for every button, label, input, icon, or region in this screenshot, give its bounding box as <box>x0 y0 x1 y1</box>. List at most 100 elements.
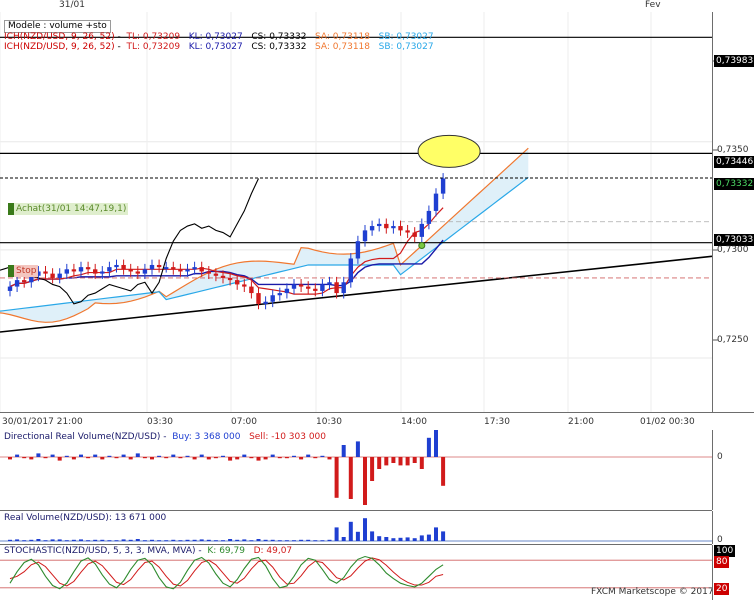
directional-volume-bar <box>306 454 311 457</box>
real-volume-bar <box>299 539 304 541</box>
directional-volume-bar <box>391 457 396 463</box>
candle-body <box>412 232 417 237</box>
candle-body <box>440 178 446 194</box>
directional-volume-bar <box>36 453 41 457</box>
real-volume-bar <box>256 539 261 541</box>
real-volume-bar <box>114 540 119 542</box>
directional-volume-bar <box>86 457 91 459</box>
real-volume-bar <box>29 539 34 541</box>
directional-volume-bar <box>320 455 325 457</box>
real-volume-bar <box>270 539 275 541</box>
date-label-1: 31/01 <box>59 0 85 10</box>
real-volume-panel[interactable]: Real Volume(NZD/USD): 13 671 000 <box>0 511 712 545</box>
real-volume-bar <box>71 539 76 541</box>
entry-marker <box>418 242 426 250</box>
candle-body <box>227 277 233 281</box>
candle-body <box>185 269 190 272</box>
real-volume-bar <box>426 534 431 541</box>
time-label: 07:00 <box>231 417 257 427</box>
sto-k: K: 69,79 <box>207 546 245 556</box>
candle-body <box>355 241 361 259</box>
directional-volume-bar <box>299 457 304 460</box>
real-volume-bar <box>284 540 289 542</box>
real-volume-bar <box>363 518 367 541</box>
vol-title: Real Volume(NZD/USD): 13 671 000 <box>4 513 167 523</box>
real-volume-bar <box>306 539 311 541</box>
stop-order-label: Stop <box>16 266 37 276</box>
directional-volume-bar <box>242 454 247 457</box>
time-label: 01/02 00:30 <box>640 417 695 427</box>
directional-volume-bar <box>114 457 119 459</box>
candle-body <box>192 267 197 270</box>
ichimoku-cloud <box>0 148 529 323</box>
buy-order-label: Achat(31/01 14:47,19,1) <box>16 204 127 214</box>
ichimoku-tl: TL: 0,73209 <box>126 32 181 42</box>
directional-volume-bar <box>363 457 367 505</box>
candle-body <box>199 267 204 272</box>
candle-body <box>327 282 332 285</box>
real-volume-bar <box>100 539 105 541</box>
directional-volume-bar <box>157 455 162 457</box>
candle-body <box>284 288 290 294</box>
real-volume-bar <box>86 540 91 542</box>
directional-volume-bar <box>185 455 190 457</box>
candle-body <box>213 273 219 276</box>
real-volume-bar <box>355 531 360 541</box>
candle-body <box>121 264 126 270</box>
real-volume-bar <box>213 540 218 542</box>
directional-volume-bar <box>192 457 197 460</box>
real-volume-bar <box>249 540 254 542</box>
directional-volume-panel[interactable]: Directional Real Volume(NZD/USD) - Buy: … <box>0 430 712 511</box>
candle-body <box>78 267 84 272</box>
real-volume-bar <box>164 540 169 542</box>
ichimoku-sb-2: SB: 0,73027 <box>378 42 434 52</box>
directional-volume-bar <box>377 457 382 469</box>
real-volume-bar <box>93 539 98 541</box>
candle-body <box>156 264 162 268</box>
real-volume-bar <box>334 527 339 541</box>
ichimoku-tl-2: TL: 0,73209 <box>126 42 181 52</box>
candle-body <box>433 193 439 211</box>
real-volume-bar <box>348 521 353 541</box>
candle-body <box>384 223 389 229</box>
price-tick-7300: 0,7300 <box>717 245 749 255</box>
candle-body <box>114 264 119 268</box>
ichimoku-legend-2[interactable]: ICH(NZD/USD, 9, 26, 52) - TL: 0,73209 KL… <box>4 42 434 53</box>
candle-body <box>14 280 20 287</box>
stop-order-tag[interactable]: Stop <box>8 265 39 277</box>
buy-order-tag[interactable]: Achat(31/01 14:47,19,1) <box>8 203 129 215</box>
real-volume-bar <box>377 536 382 541</box>
directional-volume-bar <box>79 454 83 457</box>
ichimoku-name: ICH(NZD/USD, 9, 26, 52) <box>4 32 115 42</box>
directional-volume-bar <box>277 457 282 459</box>
directional-volume-bar <box>284 457 289 459</box>
directional-volume-bar <box>341 445 346 457</box>
real-volume-bar <box>192 539 197 541</box>
stochastic-panel[interactable]: STOCHASTIC(NZD/USD, 5, 3, 3, MVA, MVA) -… <box>0 545 712 600</box>
price-tick-7350: 0,7350 <box>717 145 749 155</box>
candle-body <box>419 223 424 237</box>
candle-body <box>313 288 318 291</box>
directional-volume-bar <box>171 454 176 457</box>
candle-body <box>85 267 91 270</box>
dir-buy: Buy: 3 368 000 <box>172 432 241 442</box>
directional-volume-legend: Directional Real Volume(NZD/USD) - Buy: … <box>4 432 326 443</box>
candle-body <box>171 267 176 270</box>
directional-volume-bar <box>355 441 360 457</box>
candle-body <box>391 226 396 229</box>
directional-volume-bar <box>93 454 98 457</box>
real-volume-bar <box>178 540 183 542</box>
ichimoku-kl-2: KL: 0,73027 <box>188 42 243 52</box>
candle-body <box>107 267 112 272</box>
real-volume-bar <box>235 539 240 541</box>
directional-volume-bar <box>235 457 240 460</box>
directional-volume-bar <box>178 457 183 459</box>
real-volume-bar <box>242 539 247 541</box>
directional-volume-bar <box>100 457 105 460</box>
ichimoku-cs: CS: 0,73332 <box>251 32 307 42</box>
real-volume-bar <box>327 539 332 541</box>
candle-body <box>242 284 247 287</box>
price-axis[interactable]: 0,73983 0,7350 0,73446 0,73332 0,73033 0… <box>712 12 754 412</box>
directional-volume-bar <box>384 457 389 466</box>
candle-body <box>220 275 226 278</box>
